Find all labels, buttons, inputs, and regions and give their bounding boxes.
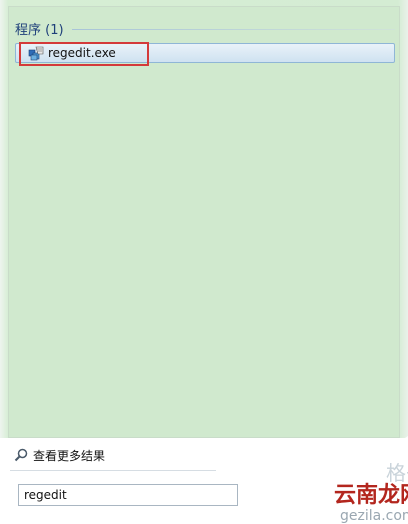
result-item-regedit[interactable]: regedit.exe — [15, 42, 395, 66]
search-icon — [14, 448, 28, 462]
start-menu-search-panel: 程序 (1) regedit.exe 查看更多结果 regedit 格 云南龙 … — [0, 0, 408, 524]
footer-divider — [10, 470, 216, 471]
group-title-programs: 程序 (1) — [15, 22, 64, 38]
highlight-box — [19, 42, 149, 66]
results-group-header: 程序 (1) — [15, 19, 395, 38]
search-input[interactable] — [18, 484, 238, 506]
see-more-results-link[interactable]: 查看更多结果 — [14, 446, 105, 464]
search-footer: 查看更多结果 — [0, 438, 408, 524]
group-header-divider — [71, 28, 395, 30]
see-more-results-label: 查看更多结果 — [33, 448, 106, 463]
search-results-pane: 程序 (1) regedit.exe — [8, 6, 400, 438]
